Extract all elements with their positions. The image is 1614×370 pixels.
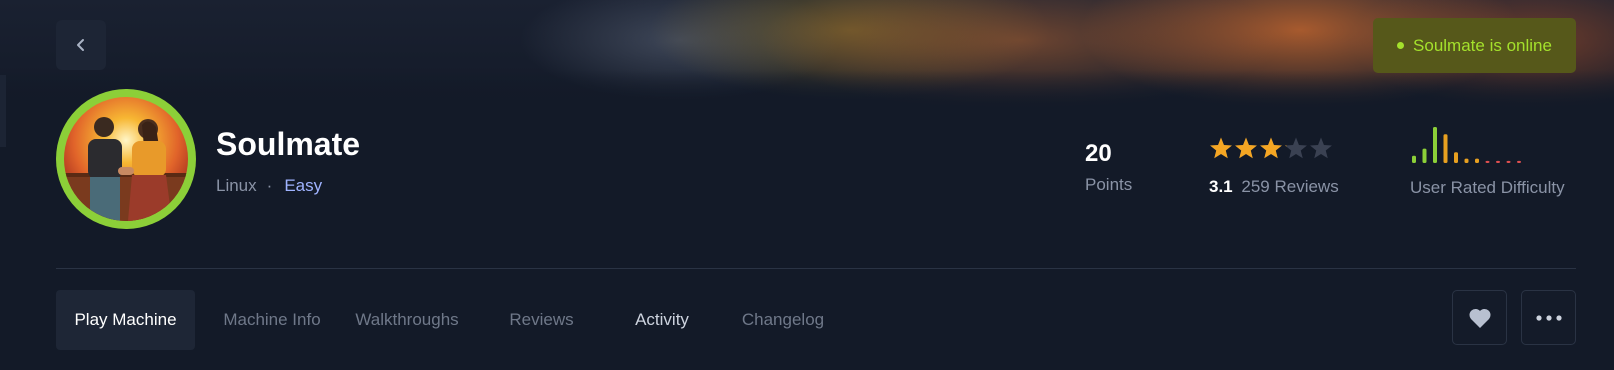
status-text: Soulmate is online: [1413, 35, 1552, 55]
os-label: Linux: [216, 176, 257, 195]
tab-machine-info[interactable]: Machine Info: [195, 290, 349, 350]
online-dot-icon: [1397, 42, 1405, 49]
difficulty-bar: [1506, 160, 1511, 163]
meta-separator: ·: [266, 176, 273, 195]
tab-reviews[interactable]: Reviews: [465, 290, 618, 350]
tab-bar: Play Machine Machine Info Walkthroughs R…: [56, 290, 860, 350]
difficulty-bar: [1464, 158, 1469, 163]
star-fill-icon: [1260, 137, 1282, 159]
favorite-button[interactable]: [1452, 290, 1507, 345]
heart-icon: [1468, 308, 1491, 328]
more-horizontal-icon: [1535, 314, 1562, 321]
divider: [56, 268, 1576, 269]
tab-activity[interactable]: Activity: [618, 290, 706, 350]
difficulty-bar: [1517, 160, 1521, 163]
difficulty-label: Easy: [284, 176, 323, 195]
star-fill-icon: [1210, 137, 1232, 159]
difficulty-bar: [1443, 134, 1448, 163]
star-icon: [1310, 137, 1332, 159]
rating-stars: [1209, 136, 1335, 162]
points-value: 20: [1085, 140, 1112, 167]
chevron-left-icon: [77, 39, 84, 51]
difficulty-chart-label: User Rated Difficulty: [1410, 178, 1565, 197]
tab-changelog[interactable]: Changelog: [706, 290, 860, 350]
status-badge: Soulmate is online: [1373, 18, 1576, 73]
difficulty-bar: [1433, 127, 1437, 163]
difficulty-bar: [1412, 155, 1416, 163]
reviews-link[interactable]: 259 Reviews: [1241, 177, 1338, 196]
more-button[interactable]: [1521, 290, 1576, 345]
header-banner: [0, 0, 1614, 110]
machine-meta: Linux · Easy: [216, 176, 322, 196]
machine-avatar: [56, 89, 196, 229]
difficulty-bar: [1454, 152, 1458, 163]
star-fill-icon: [1235, 137, 1257, 159]
avatar-image: [64, 97, 188, 221]
rating-value: 3.1: [1209, 177, 1233, 196]
difficulty-bar: [1475, 158, 1479, 163]
tab-play-machine[interactable]: Play Machine: [56, 290, 195, 350]
difficulty-bar: [1496, 160, 1500, 163]
difficulty-bar: [1485, 160, 1490, 163]
points-label: Points: [1085, 175, 1133, 194]
star-icon: [1285, 137, 1307, 159]
rating-line: 3.1 259 Reviews: [1209, 177, 1339, 197]
machine-title: Soulmate: [216, 126, 361, 162]
tab-walkthroughs[interactable]: Walkthroughs: [349, 290, 465, 350]
difficulty-bar: [1422, 148, 1427, 163]
back-button[interactable]: [56, 20, 106, 70]
sidebar-edge: [0, 75, 6, 147]
difficulty-chart: [1410, 124, 1535, 169]
